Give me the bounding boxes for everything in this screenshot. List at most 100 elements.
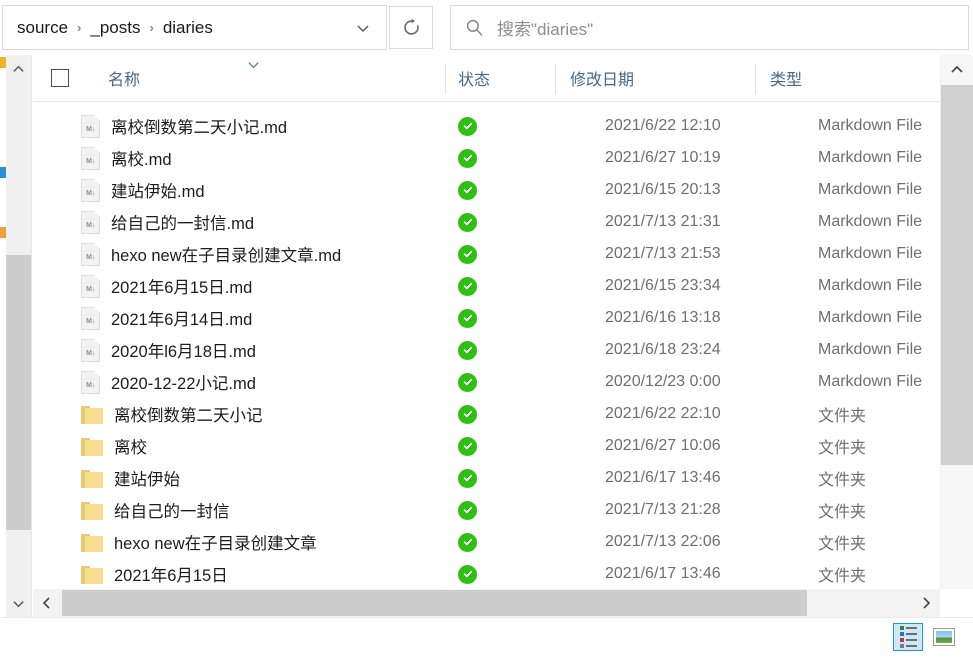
column-header-date-modified[interactable]: 修改日期 xyxy=(570,55,755,101)
nav-scroll-down-button[interactable] xyxy=(6,589,31,617)
file-name-cell[interactable]: 2021年6月15日 xyxy=(33,558,445,589)
navigation-pane[interactable] xyxy=(0,55,32,617)
file-status-cell xyxy=(445,526,555,558)
markdown-file-icon: M↓ xyxy=(81,114,100,138)
column-divider[interactable] xyxy=(755,64,756,94)
large-icons-view-icon xyxy=(933,628,955,646)
sync-complete-icon xyxy=(458,116,477,136)
table-row[interactable]: 建站伊始 2021/6/17 13:46 文件夹 xyxy=(33,462,940,494)
vertical-scroll-thumb[interactable] xyxy=(941,85,973,465)
table-row[interactable]: hexo new在子目录创建文章 2021/7/13 22:06 文件夹 xyxy=(33,526,940,558)
file-name-cell[interactable]: 离校 xyxy=(33,430,445,462)
breadcrumb[interactable]: source › _posts › diaries xyxy=(3,16,340,40)
file-status-cell xyxy=(445,302,555,334)
table-row[interactable]: M↓ 建站伊始.md 2021/6/15 20:13 Markdown File xyxy=(33,174,940,206)
nav-scroll-up-button[interactable] xyxy=(6,55,31,83)
file-name-cell[interactable]: M↓ hexo new在子目录创建文章.md xyxy=(33,238,445,270)
sync-complete-icon xyxy=(458,436,477,456)
file-status-cell xyxy=(445,366,555,398)
file-type-cell: 文件夹 xyxy=(818,472,867,489)
file-type-cell: Markdown File xyxy=(818,245,923,262)
refresh-button[interactable] xyxy=(389,6,433,49)
file-status-cell xyxy=(445,462,555,494)
table-row[interactable]: 离校倒数第二天小记 2021/6/22 22:10 文件夹 xyxy=(33,398,940,430)
large-icons-view-button[interactable] xyxy=(929,623,959,651)
file-name-cell[interactable]: M↓ 2021年6月14日.md xyxy=(33,302,445,334)
file-name-cell[interactable]: 离校倒数第二天小记 xyxy=(33,398,445,430)
scroll-right-button[interactable] xyxy=(912,589,940,617)
folder-icon xyxy=(81,405,103,424)
file-name-cell[interactable]: 建站伊始 xyxy=(33,462,445,494)
file-status-cell xyxy=(445,174,555,206)
table-row[interactable]: M↓ 给自己的一封信.md 2021/7/13 21:31 Markdown File xyxy=(33,206,940,238)
file-name-cell[interactable]: hexo new在子目录创建文章 xyxy=(33,526,445,558)
vertical-scrollbar[interactable] xyxy=(940,55,973,617)
file-date-modified-cell: 2021/7/13 22:06 xyxy=(605,533,721,550)
file-name-cell[interactable]: M↓ 给自己的一封信.md xyxy=(33,206,445,238)
scroll-left-button[interactable] xyxy=(33,589,61,617)
file-type-cell: 文件夹 xyxy=(818,536,867,553)
file-type-cell: Markdown File xyxy=(818,117,923,134)
sync-complete-icon xyxy=(458,500,477,520)
table-row[interactable]: M↓ 2020-12-22小记.md 2020/12/23 0:00 Markdown… xyxy=(33,366,940,398)
sync-complete-icon xyxy=(458,308,477,328)
file-status-cell xyxy=(445,142,555,174)
file-name-cell[interactable]: M↓ 离校.md xyxy=(33,142,445,174)
column-header-name-label: 名称 xyxy=(108,72,141,89)
table-row[interactable]: M↓ 2021年6月14日.md 2021/6/16 13:18 Markdown F… xyxy=(33,302,940,334)
table-row[interactable]: M↓ hexo new在子目录创建文章.md 2021/7/13 21:53 Mark… xyxy=(33,238,940,270)
breadcrumb-separator-icon: › xyxy=(77,20,82,35)
table-row[interactable]: M↓ 离校.md 2021/6/27 10:19 Markdown File xyxy=(33,142,940,174)
column-header-row: 名称 状态 修改日期 类型 xyxy=(33,55,940,102)
file-type-cell: Markdown File xyxy=(818,309,923,326)
file-type-cell: Markdown File xyxy=(818,181,923,198)
sync-complete-icon xyxy=(458,180,477,200)
select-all-checkbox[interactable] xyxy=(51,69,69,87)
sync-complete-icon xyxy=(458,148,477,168)
file-name-label: 2021年6月15日 xyxy=(114,567,228,585)
file-status-cell xyxy=(445,494,555,526)
file-name-cell[interactable]: M↓ 2021年6月15日.md xyxy=(33,270,445,302)
breadcrumb-item-diaries[interactable]: diaries xyxy=(159,16,217,40)
file-name-label: 离校倒数第二天小记 xyxy=(114,407,263,425)
table-row[interactable]: 给自己的一封信 2021/7/13 21:28 文件夹 xyxy=(33,494,940,526)
file-list[interactable]: M↓ 离校倒数第二天小记.md 2021/6/22 12:10 Markdown Fi… xyxy=(33,102,940,589)
horizontal-scrollbar[interactable] xyxy=(33,589,940,617)
breadcrumb-item-source[interactable]: source xyxy=(13,16,72,40)
refresh-icon xyxy=(403,18,419,35)
table-row[interactable]: 2021年6月15日 2021/6/17 13:46 文件夹 xyxy=(33,558,940,589)
file-name-cell[interactable]: M↓ 2020-12-22小记.md xyxy=(33,366,445,398)
column-divider[interactable] xyxy=(445,64,446,94)
table-row[interactable]: M↓ 离校倒数第二天小记.md 2021/6/22 12:10 Markdown Fi… xyxy=(33,110,940,142)
scrollbar-corner xyxy=(940,589,973,617)
table-row[interactable]: M↓ 2021年6月15日.md 2021/6/15 23:34 Markdown F… xyxy=(33,270,940,302)
scroll-up-button[interactable] xyxy=(941,55,973,85)
search-box[interactable]: 搜索"diaries" xyxy=(450,5,969,50)
file-name-label: hexo new在子目录创建文章.md xyxy=(111,247,342,265)
file-date-modified-cell: 2021/6/17 13:46 xyxy=(605,469,721,486)
table-row[interactable]: M↓ 2020年l6月18日.md 2021/6/18 23:24 Markdown … xyxy=(33,334,940,366)
file-date-modified-cell: 2021/6/27 10:06 xyxy=(605,437,721,454)
navigation-pane-scrollbar[interactable] xyxy=(6,55,31,617)
address-bar[interactable]: source › _posts › diaries xyxy=(2,5,387,50)
chevron-down-icon[interactable] xyxy=(340,6,386,49)
horizontal-scroll-thumb[interactable] xyxy=(62,590,807,616)
nav-scroll-thumb[interactable] xyxy=(6,255,31,530)
file-name-cell[interactable]: M↓ 离校倒数第二天小记.md xyxy=(33,110,445,142)
table-row[interactable]: 离校 2021/6/27 10:06 文件夹 xyxy=(33,430,940,462)
markdown-file-icon: M↓ xyxy=(81,306,100,330)
column-divider[interactable] xyxy=(555,64,556,94)
search-input[interactable]: 搜索"diaries" xyxy=(497,15,593,40)
details-view-button[interactable] xyxy=(893,623,923,651)
file-name-cell[interactable]: M↓ 建站伊始.md xyxy=(33,174,445,206)
file-name-cell[interactable]: 给自己的一封信 xyxy=(33,494,445,526)
column-header-status[interactable]: 状态 xyxy=(458,55,555,101)
column-header-type[interactable]: 类型 xyxy=(770,55,940,101)
markdown-file-icon: M↓ xyxy=(81,210,100,234)
breadcrumb-item-posts[interactable]: _posts xyxy=(86,16,144,40)
column-header-name[interactable]: 名称 xyxy=(108,55,445,101)
file-name-cell[interactable]: M↓ 2020年l6月18日.md xyxy=(33,334,445,366)
breadcrumb-separator-icon: › xyxy=(149,20,154,35)
column-header-date-modified-label: 修改日期 xyxy=(570,72,635,89)
markdown-file-icon: M↓ xyxy=(81,370,100,394)
